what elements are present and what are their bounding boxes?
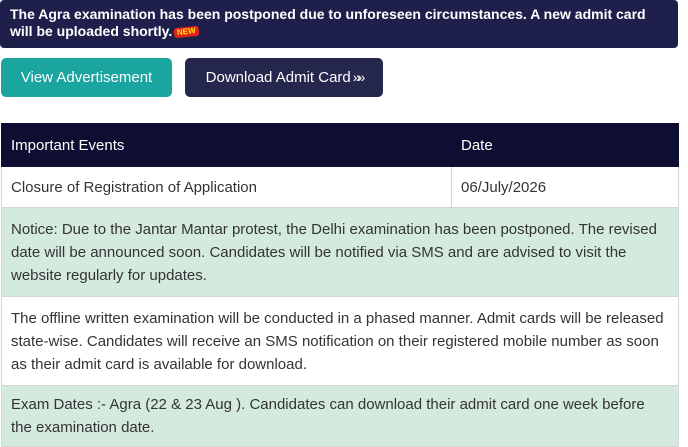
double-chevron-right-icon: »» bbox=[352, 69, 365, 85]
delhi-postponement-notice: Notice: Due to the Jantar Mantar protest… bbox=[1, 207, 679, 297]
download-admit-card-button[interactable]: Download Admit Card»» bbox=[185, 58, 383, 97]
table-header-row: Important Events Date bbox=[1, 123, 679, 167]
banner-text: The Agra examination has been postponed … bbox=[10, 6, 646, 39]
registration-event-cell: Closure of Registration of Application bbox=[1, 166, 452, 208]
postponement-notice-banner: The Agra examination has been postponed … bbox=[0, 0, 678, 48]
new-badge-icon: NEW bbox=[173, 25, 200, 39]
view-advertisement-label: View Advertisement bbox=[20, 69, 153, 86]
important-events-table: Important Events Date Closure of Registr… bbox=[1, 123, 679, 447]
header-important-events: Important Events bbox=[1, 123, 452, 167]
header-date: Date bbox=[451, 123, 679, 167]
table-row: The offline written examination will be … bbox=[1, 296, 679, 386]
exam-dates-info: Exam Dates :- Agra (22 & 23 Aug ). Candi… bbox=[1, 385, 679, 447]
registration-date-cell: 06/July/2026 bbox=[451, 166, 679, 208]
view-advertisement-button[interactable]: View Advertisement bbox=[1, 58, 172, 97]
download-admit-card-label: Download Admit Card bbox=[205, 69, 351, 86]
table-row: Notice: Due to the Jantar Mantar protest… bbox=[1, 207, 679, 297]
table-row: Exam Dates :- Agra (22 & 23 Aug ). Candi… bbox=[1, 385, 679, 447]
table-row: Closure of Registration of Application 0… bbox=[1, 166, 679, 208]
offline-exam-info: The offline written examination will be … bbox=[1, 296, 679, 386]
